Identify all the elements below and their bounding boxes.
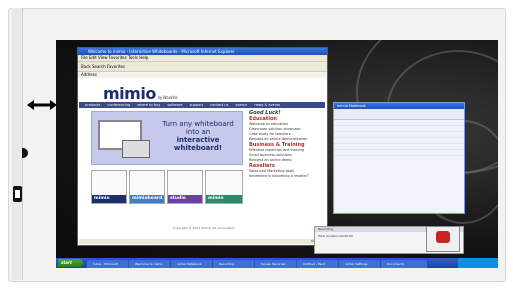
screen-capture: mimio Notebook Welcome to mimio - Intera… bbox=[56, 40, 498, 268]
pen-icon[interactable] bbox=[13, 186, 22, 202]
product-name: mimio wireless bbox=[206, 195, 242, 209]
site-nav: products conferencing where to buy softw… bbox=[79, 102, 325, 108]
taskbar-item[interactable]: Untitled - Paint bbox=[296, 259, 344, 268]
taskbar: start Inbox - Microsoft Welcome to mimio… bbox=[56, 258, 498, 268]
notebook-toolbar[interactable] bbox=[334, 109, 464, 120]
browser-toolbar[interactable]: Back Search Favorites bbox=[78, 61, 327, 71]
system-tray[interactable] bbox=[458, 258, 498, 268]
nav-item[interactable]: search bbox=[236, 103, 248, 107]
browser-window[interactable]: Welcome to mimio - Interactive Whiteboar… bbox=[77, 47, 328, 246]
hero-line: interactive whiteboard! bbox=[173, 136, 223, 152]
nav-item[interactable]: news & events bbox=[254, 103, 280, 107]
notebook-window[interactable]: mimio Notebook bbox=[333, 102, 465, 214]
nav-item[interactable]: products bbox=[85, 103, 100, 107]
product-name: mimioboard bbox=[130, 195, 164, 203]
mimio-logo[interactable]: mimio by Virtual Ink bbox=[103, 84, 178, 103]
nav-item[interactable]: where to buy bbox=[137, 103, 160, 107]
taskbar-item[interactable]: mimio Notebook bbox=[170, 259, 218, 268]
address-bar[interactable]: Address bbox=[78, 71, 327, 78]
app-icon bbox=[436, 231, 450, 243]
app-window-small[interactable] bbox=[426, 226, 460, 252]
hero-text: Turn any whiteboard into an interactive … bbox=[156, 120, 240, 152]
product-card[interactable]: studio bbox=[167, 170, 203, 204]
sidebar-links: Good Luck! Education Welcome to educatio… bbox=[249, 111, 321, 179]
taskbar-item[interactable]: Welcome to mimio bbox=[128, 259, 176, 268]
list-item[interactable] bbox=[334, 150, 464, 156]
taskbar-item[interactable]: Inbox - Microsoft bbox=[86, 259, 134, 268]
product-name: studio bbox=[168, 195, 202, 203]
notebook-list bbox=[334, 120, 464, 156]
taskbar-item[interactable]: Recording bbox=[212, 259, 260, 268]
logo-by: by Virtual Ink bbox=[157, 95, 178, 100]
copyright: Copyright © 2003 Virtual Ink Corporation bbox=[172, 226, 236, 230]
status-bar: Internet bbox=[79, 239, 325, 244]
product-card[interactable]: mimioboard bbox=[129, 170, 165, 204]
address-label: Address bbox=[81, 72, 97, 77]
product-card[interactable]: mimio bbox=[91, 170, 127, 204]
logo-text: mimio bbox=[103, 84, 156, 103]
product-name: mimio bbox=[92, 195, 126, 203]
resize-arrow-icon[interactable] bbox=[27, 100, 57, 110]
nav-item[interactable]: support bbox=[190, 103, 203, 107]
nav-item[interactable]: contact us bbox=[210, 103, 228, 107]
product-card[interactable]: mimio wireless bbox=[205, 170, 243, 209]
taskbar-item[interactable]: Document1 bbox=[380, 259, 428, 268]
hero-banner[interactable]: Turn any whiteboard into an interactive … bbox=[91, 111, 243, 165]
left-rail bbox=[12, 8, 23, 280]
web-page: mimio by Virtual Ink products conferencin… bbox=[79, 78, 325, 243]
sidebar-link[interactable]: Interested in becoming a reseller? bbox=[249, 174, 321, 179]
laptop-illustration bbox=[122, 140, 150, 158]
hero-line: into an bbox=[185, 128, 211, 136]
taskbar-item[interactable]: Screen Recorder bbox=[254, 259, 302, 268]
hero-line: Turn any whiteboard bbox=[162, 120, 234, 128]
browser-title: Welcome to mimio - Interactive Whiteboar… bbox=[78, 48, 327, 55]
nav-item[interactable]: software bbox=[167, 103, 182, 107]
nav-item[interactable]: conferencing bbox=[107, 103, 130, 107]
taskbar-item[interactable]: mimio Settings bbox=[338, 259, 386, 268]
start-button[interactable]: start bbox=[58, 259, 83, 267]
